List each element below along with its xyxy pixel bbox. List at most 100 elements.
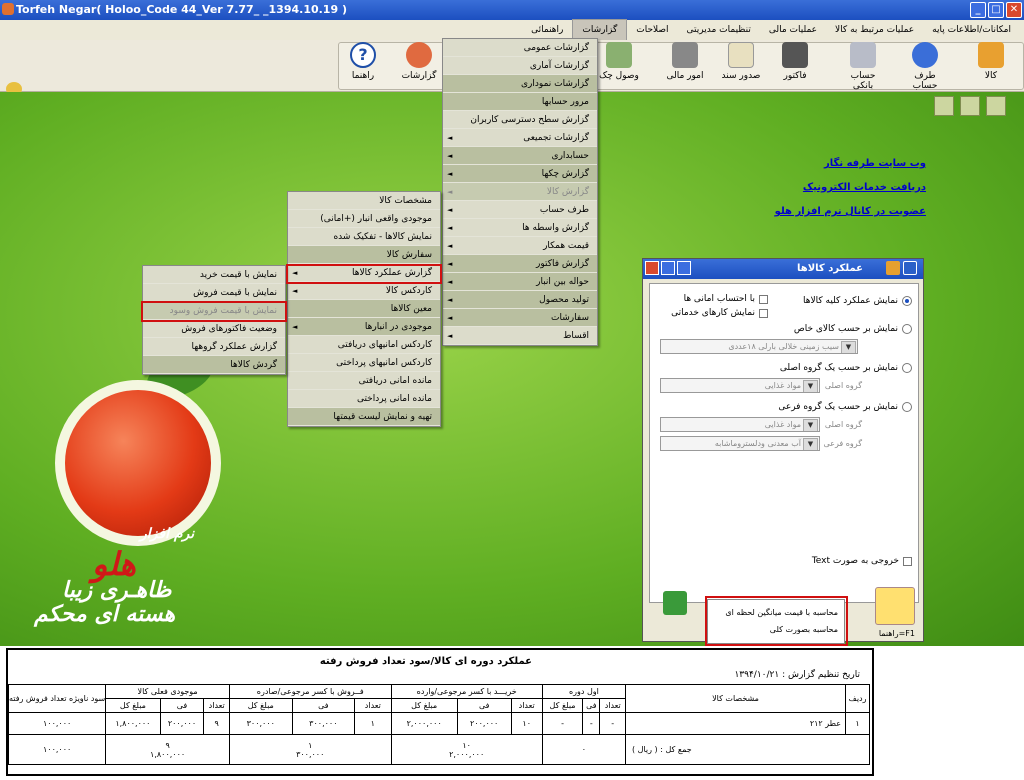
table-header-row: ردیف مشخصات کالا اول دوره خریـــد با کسر…	[7, 684, 870, 713]
option-main-group[interactable]: نمایش بر حسب یک گروه اصلی	[780, 363, 912, 373]
menu-corrections[interactable]: اصلاحات	[627, 20, 677, 40]
menu-item-installments[interactable]: اقساط	[443, 327, 597, 345]
menu-item-real-stock[interactable]: موجودی واقعی انبار (+امانی)	[288, 210, 440, 228]
check-trust[interactable]: با احتساب امانی ها	[684, 294, 768, 304]
menu-item-partner-price[interactable]: قیمت همکار	[443, 237, 597, 255]
cell-sal-total: ۳۰۰,۰۰۰	[228, 712, 293, 735]
toolbar-finance-button[interactable]: امور مالی	[662, 42, 708, 81]
menu-item-orders[interactable]: سفارشات	[443, 309, 597, 327]
cheque-icon	[606, 42, 632, 68]
sub-qty: تعداد	[510, 698, 543, 713]
menu-item-sell-price[interactable]: نمایش با قیمت فروش	[143, 284, 285, 302]
sub-group-select[interactable]: آب معدنی ودلستروماشابه	[660, 436, 820, 451]
menu-item-agents[interactable]: گزارش واسطه ها	[443, 219, 597, 237]
radio-all[interactable]	[902, 296, 912, 306]
check-service[interactable]: نمایش کارهای خدماتی	[671, 308, 768, 318]
menu-item-stock-warehouses[interactable]: موجودی در انبارها	[288, 318, 440, 336]
minimize-button[interactable]: _	[970, 2, 986, 18]
toolbar-reports-button[interactable]: گزارشات	[396, 42, 442, 81]
menu-help[interactable]: راهنمائی	[522, 20, 572, 40]
option-sub-group[interactable]: نمایش بر حسب یک گروه فرعی	[778, 402, 912, 412]
menu-item-goods-kardex[interactable]: کاردکس کالا	[288, 282, 440, 300]
printer-icon[interactable]	[986, 96, 1006, 116]
holoo-icon	[903, 261, 917, 275]
menu-item-balance-paid[interactable]: مانده امانی پرداختی	[288, 390, 440, 408]
toolbar-invoice-button[interactable]: فاکتور	[772, 42, 818, 81]
toolbar-party-button[interactable]: طرف حساب	[902, 42, 948, 91]
menu-item-aggregate[interactable]: گزارشات تجمیعی	[443, 129, 597, 147]
dialog-minimize-button[interactable]	[677, 261, 691, 275]
menu-management[interactable]: تنظیمات مدیریتی	[678, 20, 760, 40]
close-button[interactable]: ✕	[1006, 2, 1022, 18]
menu-item-goods-ledger[interactable]: معین کالاها	[288, 300, 440, 318]
option-all-goods[interactable]: نمایش عملکرد کلیه کالاها	[803, 296, 912, 306]
menu-item-invoice-status[interactable]: وضعیت فاکتورهای فروش	[143, 320, 285, 338]
cell-init-total: -	[541, 712, 584, 735]
checkbox-text[interactable]	[903, 556, 912, 566]
run-report-button[interactable]	[875, 587, 915, 625]
toolbar-help-button[interactable]: ? راهنما	[340, 42, 386, 81]
radio-sub[interactable]	[902, 402, 912, 412]
link-website[interactable]: وب سایت طرفه نگار	[775, 158, 926, 169]
main-group-label: گروه اصلی	[824, 381, 862, 390]
radio-item[interactable]	[902, 324, 912, 334]
menu-item-party[interactable]: طرف حساب	[443, 201, 597, 219]
download-icon[interactable]	[960, 96, 980, 116]
header-initial: اول دوره	[541, 684, 627, 699]
menu-item-cheques[interactable]: گزارش چکها	[443, 165, 597, 183]
option-text-output[interactable]: خروجی به صورت Text	[812, 556, 912, 566]
radio-main[interactable]	[902, 363, 912, 373]
menu-item-goods-report[interactable]: گزارش کالا	[443, 183, 597, 201]
toolbar-cheque-button[interactable]: وصول چک	[596, 42, 642, 81]
menu-basic-info[interactable]: امکانات/اطلاعات پایه	[923, 20, 1020, 40]
cell-sal-fee: ۳۰۰,۰۰۰	[291, 712, 356, 735]
screen-icon[interactable]	[934, 96, 954, 116]
menu-item-production[interactable]: تولید محصول	[443, 291, 597, 309]
sub-main-group-select[interactable]: مواد غذایی	[660, 417, 820, 432]
menu-item-kardex-paid[interactable]: کاردکس امانیهای پرداختی	[288, 354, 440, 372]
dialog-close-button[interactable]	[645, 261, 659, 275]
header-stock: موجودی فعلی کالا	[105, 684, 230, 699]
goods-report-menu: مشخصات کالا موجودی واقعی انبار (+امانی) …	[287, 191, 441, 427]
toolbar-bank-button[interactable]: حساب بانکی	[840, 42, 886, 91]
menu-item-goods-spec[interactable]: مشخصات کالا	[288, 192, 440, 210]
toolbar-voucher-button[interactable]: صدور سند	[718, 42, 764, 81]
menu-item-stats[interactable]: گزارشات آماری	[443, 57, 597, 75]
menu-item-group-performance[interactable]: گزارش عملکرد گروهها	[143, 338, 285, 356]
menu-item-access[interactable]: گزارش سطح دسترسی کاربران	[443, 111, 597, 129]
menu-item-goods-detailed[interactable]: نمایش کالاها - تفکیک شده	[288, 228, 440, 246]
checkbox-trust[interactable]	[759, 294, 768, 304]
menu-item-general[interactable]: گزارشات عمومی	[443, 39, 597, 57]
chart-icon	[406, 42, 432, 68]
sub-fee: فی	[582, 698, 601, 713]
link-channel[interactable]: عضویت در کانال نرم افزار هلو	[775, 206, 926, 217]
cell-pur-fee: ۲۰۰,۰۰۰	[456, 712, 512, 735]
bank-card-icon	[850, 42, 876, 68]
menu-item-charts[interactable]: گزارشات نموداری	[443, 75, 597, 93]
dialog-maximize-button[interactable]	[661, 261, 675, 275]
menu-item-goods-order[interactable]: سفارش کالا	[288, 246, 440, 264]
menu-goods-ops[interactable]: عملیات مرتبط به کالا	[826, 20, 923, 40]
maximize-button[interactable]: □	[988, 2, 1004, 18]
header-purchase: خریـــد با کسر مرجوعی/وارده	[390, 684, 543, 699]
menu-item-kardex-received[interactable]: کاردکس امانیهای دریافتی	[288, 336, 440, 354]
report-date-line: تاریخ تنظیم گزارش : ۱۳۹۴/۱۰/۲۱	[734, 670, 860, 680]
menu-item-goods-turnover[interactable]: گردش کالاها	[143, 356, 285, 374]
menu-item-balance-received[interactable]: مانده امانی دریافتی	[288, 372, 440, 390]
option-specific-item[interactable]: نمایش بر حسب کالای خاص	[794, 324, 912, 334]
menu-item-transfer[interactable]: حواله بین انبار	[443, 273, 597, 291]
menu-item-accounts[interactable]: مرور حسابها	[443, 93, 597, 111]
header-row-no: ردیف	[845, 684, 870, 713]
toolbar-goods-button[interactable]: کالا	[968, 42, 1014, 81]
link-services[interactable]: دریافت خدمات الکترونیک	[775, 182, 926, 193]
main-group-select[interactable]: مواد غذایی	[660, 378, 820, 393]
menu-item-accounting[interactable]: حسابداری	[443, 147, 597, 165]
checkbox-service[interactable]	[759, 308, 768, 318]
menu-item-buy-price[interactable]: نمایش با قیمت خرید	[143, 266, 285, 284]
item-select[interactable]: سیب زمینی خلالی بارلی ۱۸عددی	[660, 339, 858, 354]
menu-financial-ops[interactable]: عملیات مالی	[760, 20, 826, 40]
exit-door-icon[interactable]	[663, 591, 687, 615]
window-titlebar: Torfeh Negar( Holoo_Code 44_Ver 7.77_ _1…	[0, 0, 1024, 20]
menu-item-price-list[interactable]: تهیه و نمایش لیست قیمتها	[288, 408, 440, 426]
menu-item-invoice[interactable]: گزارش فاکتور	[443, 255, 597, 273]
